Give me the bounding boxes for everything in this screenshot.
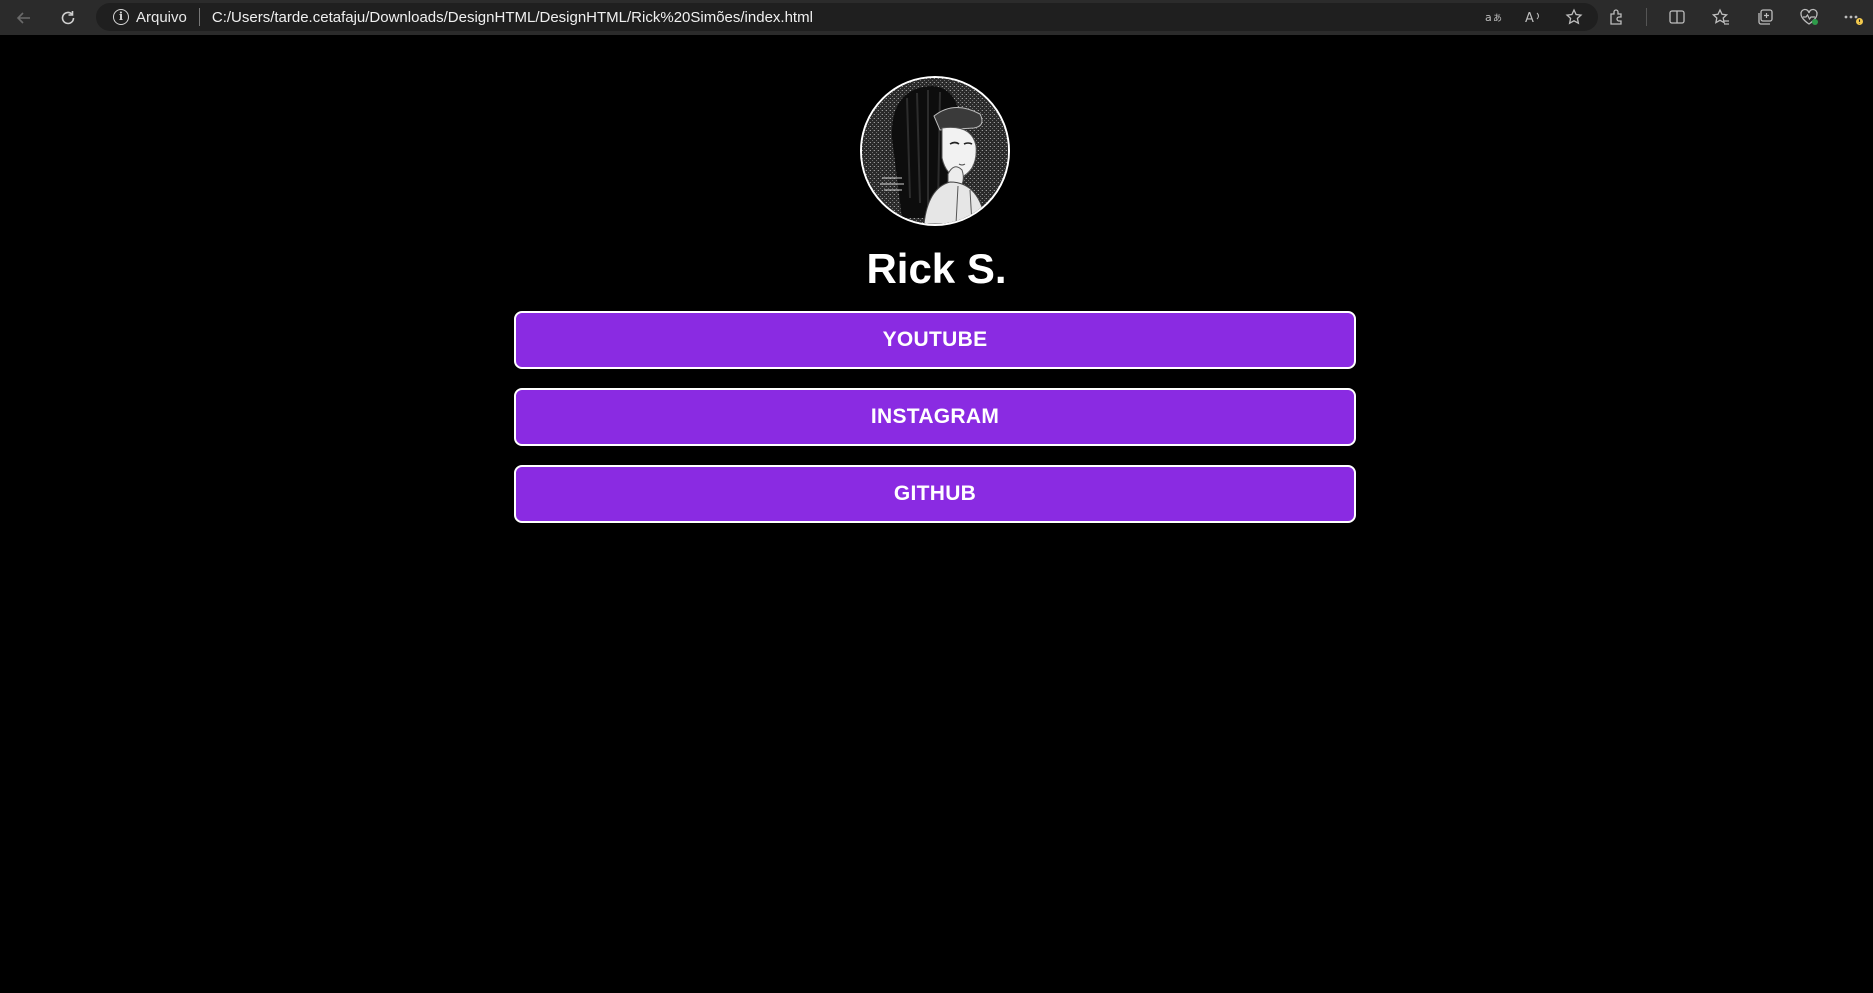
address-bar-actions: aあ A [1480, 3, 1588, 31]
split-screen-icon[interactable] [1663, 3, 1691, 31]
translate-icon[interactable]: aあ [1480, 3, 1508, 31]
avatar-illustration [862, 78, 1008, 224]
health-icon[interactable] [1795, 3, 1823, 31]
youtube-link-button[interactable]: YOUTUBE [514, 311, 1356, 369]
toolbar-right [1602, 3, 1867, 31]
read-aloud-icon[interactable]: A [1520, 3, 1548, 31]
back-icon[interactable] [6, 3, 42, 33]
avatar [860, 76, 1010, 226]
page-viewport: Rick S. YOUTUBE INSTAGRAM GITHUB [0, 37, 1873, 993]
instagram-link-button[interactable]: INSTAGRAM [514, 388, 1356, 446]
github-link-button[interactable]: GITHUB [514, 465, 1356, 523]
favorite-star-icon[interactable] [1560, 3, 1588, 31]
site-info-label: Arquivo [136, 8, 187, 26]
svg-text:A: A [1525, 11, 1534, 24]
svg-text:あ: あ [1493, 13, 1502, 24]
address-bar[interactable]: i Arquivo C:/Users/tarde.cetafaju/Downlo… [96, 3, 1598, 31]
url-text[interactable]: C:/Users/tarde.cetafaju/Downloads/Design… [200, 9, 813, 26]
info-icon: i [113, 9, 129, 25]
browser-toolbar: i Arquivo C:/Users/tarde.cetafaju/Downlo… [0, 0, 1873, 35]
extensions-icon[interactable] [1602, 3, 1630, 31]
more-icon[interactable] [1839, 3, 1867, 31]
collections-icon[interactable] [1751, 3, 1779, 31]
refresh-icon[interactable] [50, 3, 86, 33]
favorites-icon[interactable] [1707, 3, 1735, 31]
site-info-button[interactable]: i Arquivo [96, 8, 200, 26]
toolbar-separator [1646, 8, 1647, 26]
page-title: Rick S. [866, 245, 1007, 292]
svg-text:a: a [1485, 11, 1492, 24]
